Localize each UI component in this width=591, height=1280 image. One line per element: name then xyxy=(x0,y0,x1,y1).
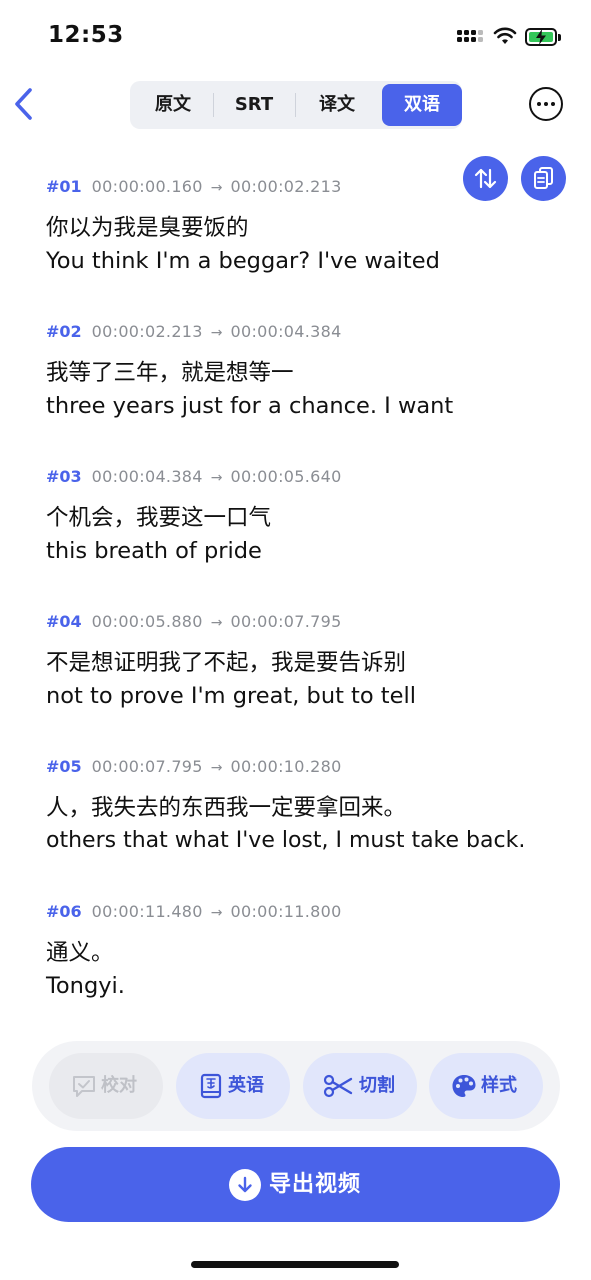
subtitle-meta: #06 00:00:11.480 → 00:00:11.800 xyxy=(46,901,342,923)
home-indicator xyxy=(191,1261,399,1268)
cut-label: 切割 xyxy=(359,1075,395,1096)
subtitle-index: #05 xyxy=(46,757,82,776)
tab-original[interactable]: 原文 xyxy=(133,84,213,126)
end-time: 00:00:07.795 xyxy=(230,612,342,631)
proofread-label: 校对 xyxy=(101,1075,137,1096)
subtitle-original-text: 人，我失去的东西我一定要拿回来。 xyxy=(46,795,407,821)
segment-divider xyxy=(295,93,296,117)
export-video-label: 导出视频 xyxy=(269,1172,362,1197)
arrow-right-icon: → xyxy=(210,615,223,631)
dictionary-icon xyxy=(200,1073,222,1099)
arrow-right-icon: → xyxy=(210,905,223,921)
end-time: 00:00:11.800 xyxy=(230,902,342,921)
end-time: 00:00:05.640 xyxy=(230,467,342,486)
subtitle-index: #02 xyxy=(46,322,82,341)
start-time: 00:00:02.213 xyxy=(91,322,203,341)
arrow-right-icon: → xyxy=(210,325,223,341)
subtitle-meta: #03 00:00:04.384 → 00:00:05.640 xyxy=(46,466,342,488)
subtitle-original-text: 个机会，我要这一口气 xyxy=(46,505,272,531)
end-time: 00:00:10.280 xyxy=(230,757,342,776)
wifi-icon xyxy=(493,27,517,44)
view-mode-segmented-control: 原文 SRT 译文 双语 xyxy=(130,81,462,129)
arrow-right-icon: → xyxy=(210,180,223,196)
copy-button[interactable] xyxy=(521,156,566,201)
end-time: 00:00:04.384 xyxy=(230,322,342,341)
subtitle-translation-text: three years just for a chance. I want xyxy=(46,393,454,419)
subtitle-meta: #04 00:00:05.880 → 00:00:07.795 xyxy=(46,611,416,633)
tab-srt[interactable]: SRT xyxy=(214,84,294,126)
subtitle-index: #06 xyxy=(46,902,82,921)
back-chevron-icon[interactable] xyxy=(10,86,38,122)
subtitle-translation-text: others that what I've lost, I must take … xyxy=(46,828,526,853)
arrow-right-icon: → xyxy=(210,470,223,486)
start-time: 00:00:00.160 xyxy=(91,177,203,196)
subtitle-index: #04 xyxy=(46,612,82,631)
swap-vertical-icon xyxy=(474,168,497,189)
subtitle-entry[interactable]: #02 00:00:02.213 → 00:00:04.384 我等了三年，就是想等一… xyxy=(46,321,453,423)
more-options-icon[interactable] xyxy=(529,87,563,121)
subtitle-meta: #02 00:00:02.213 → 00:00:04.384 xyxy=(46,321,453,343)
action-toolbar: 校对 英语 切割 样式 xyxy=(32,1041,560,1131)
cellular-signal-icon xyxy=(457,30,485,48)
subtitle-original-text: 我等了三年，就是想等一 xyxy=(46,360,294,386)
cut-button[interactable]: 切割 xyxy=(303,1053,417,1119)
battery-cap xyxy=(558,34,561,41)
subtitle-translation-text: Tongyi. xyxy=(46,973,125,999)
subtitle-original-text: 不是想证明我了不起，我是要告诉别 xyxy=(46,650,407,676)
arrow-right-icon: → xyxy=(210,760,223,776)
subtitle-translation-text: this breath of pride xyxy=(46,538,262,564)
start-time: 00:00:04.384 xyxy=(91,467,203,486)
subtitle-original-text: 你以为我是臭要饭的 xyxy=(46,215,249,241)
palette-icon xyxy=(452,1075,476,1097)
subtitle-translation-text: not to prove I'm great, but to tell xyxy=(46,683,416,709)
subtitle-index: #01 xyxy=(46,177,82,196)
subtitle-entry[interactable]: #01 00:00:00.160 → 00:00:02.213 你以为我是臭要饭的 Y… xyxy=(46,176,440,278)
proofread-button[interactable]: 校对 xyxy=(49,1053,163,1119)
language-button[interactable]: 英语 xyxy=(176,1053,290,1119)
subtitle-entry[interactable]: #03 00:00:04.384 → 00:00:05.640 个机会，我要这一口气 … xyxy=(46,466,342,568)
start-time: 00:00:07.795 xyxy=(91,757,203,776)
tab-translation[interactable]: 译文 xyxy=(297,84,377,126)
download-icon xyxy=(229,1169,261,1201)
subtitle-index: #03 xyxy=(46,467,82,486)
subtitle-translation-text: You think I'm a beggar? I've waited xyxy=(46,248,440,274)
end-time: 00:00:02.213 xyxy=(230,177,342,196)
subtitle-entry[interactable]: #05 00:00:07.795 → 00:00:10.280 人，我失去的东西我一定… xyxy=(46,756,525,858)
language-label: 英语 xyxy=(228,1075,264,1096)
scissors-icon xyxy=(323,1074,353,1098)
subtitle-original-text: 通义。 xyxy=(46,940,114,966)
style-button[interactable]: 样式 xyxy=(429,1053,543,1119)
subtitle-meta: #05 00:00:07.795 → 00:00:10.280 xyxy=(46,756,525,778)
start-time: 00:00:05.880 xyxy=(91,612,203,631)
chat-check-icon xyxy=(73,1076,95,1097)
copy-document-icon xyxy=(534,167,553,189)
start-time: 00:00:11.480 xyxy=(91,902,203,921)
swap-order-button[interactable] xyxy=(463,156,508,201)
subtitle-entry[interactable]: #06 00:00:11.480 → 00:00:11.800 通义。 Tongyi. xyxy=(46,901,342,1003)
tab-bilingual[interactable]: 双语 xyxy=(382,84,462,126)
subtitle-meta: #01 00:00:00.160 → 00:00:02.213 xyxy=(46,176,440,198)
battery-icon xyxy=(525,28,557,46)
export-video-button[interactable]: 导出视频 xyxy=(31,1147,560,1222)
style-label: 样式 xyxy=(481,1075,517,1096)
status-time: 12:53 xyxy=(48,22,124,48)
subtitle-entry[interactable]: #04 00:00:05.880 → 00:00:07.795 不是想证明我了不起，我… xyxy=(46,611,416,713)
